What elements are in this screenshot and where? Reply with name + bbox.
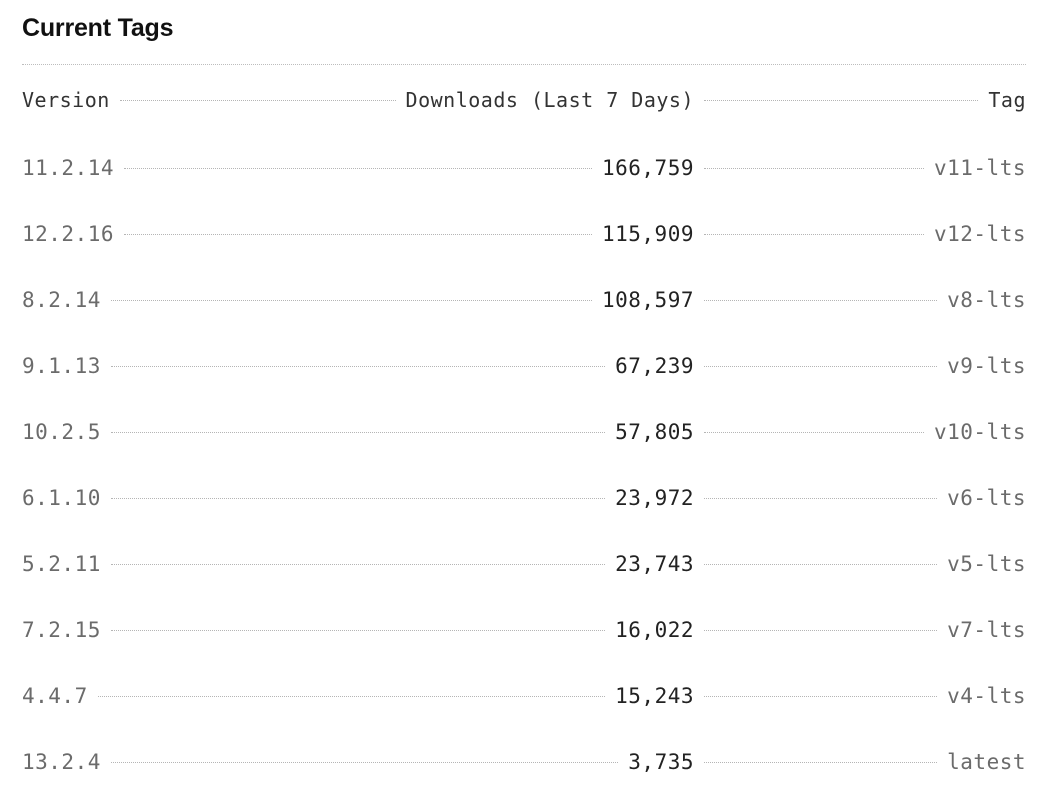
section-title: Current Tags	[22, 0, 1026, 65]
downloads-count: 67,239	[615, 354, 694, 378]
table-row: 13.2.4 3,735 latest	[22, 729, 1026, 795]
leader-dots	[704, 696, 938, 697]
version-link[interactable]: 6.1.10	[22, 465, 101, 531]
tag-label: v9-lts	[947, 354, 1026, 378]
leader-dots	[97, 696, 606, 697]
tag-label: v10-lts	[933, 420, 1026, 444]
leader-dots	[124, 168, 592, 169]
header-downloads: Downloads (Last 7 Days)	[405, 88, 694, 112]
leader-dots	[110, 762, 619, 763]
table-body: 11.2.14 166,759 v11-lts 12.2.16 115,909 v12-l…	[22, 135, 1026, 795]
leader-dots	[110, 432, 606, 433]
downloads-count: 166,759	[601, 156, 694, 180]
version-link[interactable]: 10.2.5	[22, 399, 101, 465]
version-link[interactable]: 13.2.4	[22, 729, 101, 795]
tag-label: v8-lts	[947, 288, 1026, 312]
table-row: 12.2.16 115,909 v12-lts	[22, 201, 1026, 267]
downloads-count: 108,597	[601, 288, 694, 312]
leader-dots	[110, 300, 592, 301]
version-link[interactable]: 9.1.13	[22, 333, 101, 399]
downloads-count: 15,243	[615, 684, 694, 708]
current-tags-section: Current Tags Version Downloads (Last 7 D…	[22, 0, 1026, 795]
table-row: 5.2.11 23,743 v5-lts	[22, 531, 1026, 597]
leader-dots	[704, 100, 979, 101]
downloads-count: 57,805	[615, 420, 694, 444]
tags-table: Version Downloads (Last 7 Days) Tag 11.2…	[22, 65, 1026, 795]
leader-dots	[110, 630, 606, 631]
leader-dots	[704, 234, 924, 235]
tag-label: v11-lts	[933, 156, 1026, 180]
leader-dots	[124, 234, 592, 235]
downloads-count: 23,972	[615, 486, 694, 510]
leader-dots	[704, 300, 938, 301]
leader-dots	[704, 168, 924, 169]
version-link[interactable]: 7.2.15	[22, 597, 101, 663]
tag-label: latest	[947, 750, 1026, 774]
version-link[interactable]: 5.2.11	[22, 531, 101, 597]
version-link[interactable]: 12.2.16	[22, 201, 114, 267]
table-header-row: Version Downloads (Last 7 Days) Tag	[22, 65, 1026, 135]
tag-label: v5-lts	[947, 552, 1026, 576]
downloads-count: 23,743	[615, 552, 694, 576]
table-row: 9.1.13 67,239 v9-lts	[22, 333, 1026, 399]
tag-label: v12-lts	[933, 222, 1026, 246]
leader-dots	[704, 630, 938, 631]
leader-dots	[110, 564, 606, 565]
table-row: 10.2.5 57,805 v10-lts	[22, 399, 1026, 465]
table-row: 7.2.15 16,022 v7-lts	[22, 597, 1026, 663]
leader-dots	[110, 498, 606, 499]
version-link[interactable]: 11.2.14	[22, 135, 114, 201]
leader-dots	[704, 762, 938, 763]
downloads-count: 3,735	[628, 750, 694, 774]
downloads-count: 16,022	[615, 618, 694, 642]
leader-dots	[704, 498, 938, 499]
leader-dots	[704, 366, 938, 367]
leader-dots	[119, 100, 396, 101]
version-link[interactable]: 4.4.7	[22, 663, 88, 729]
tag-label: v7-lts	[947, 618, 1026, 642]
header-tag: Tag	[988, 88, 1026, 112]
table-row: 8.2.14 108,597 v8-lts	[22, 267, 1026, 333]
leader-dots	[110, 366, 606, 367]
table-row: 11.2.14 166,759 v11-lts	[22, 135, 1026, 201]
header-version: Version	[22, 88, 110, 112]
table-row: 6.1.10 23,972 v6-lts	[22, 465, 1026, 531]
downloads-count: 115,909	[601, 222, 694, 246]
tag-label: v4-lts	[947, 684, 1026, 708]
leader-dots	[704, 432, 924, 433]
leader-dots	[704, 564, 938, 565]
version-link[interactable]: 8.2.14	[22, 267, 101, 333]
table-row: 4.4.7 15,243 v4-lts	[22, 663, 1026, 729]
tag-label: v6-lts	[947, 486, 1026, 510]
